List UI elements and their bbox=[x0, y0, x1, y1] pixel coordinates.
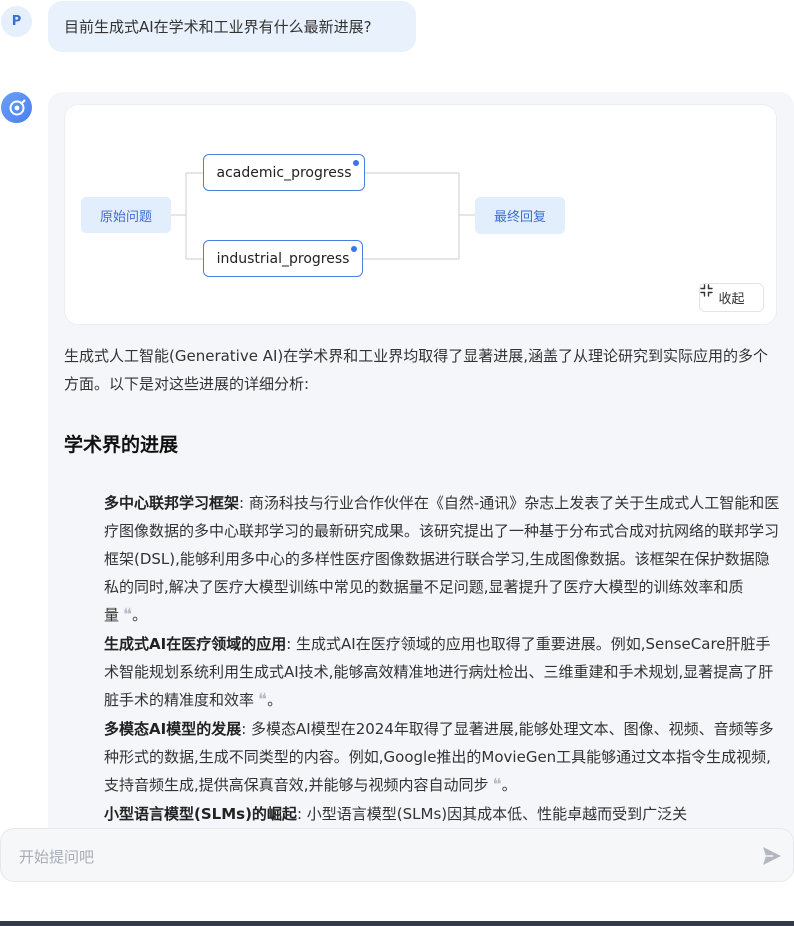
list-item-title: 多中心联邦学习框架 bbox=[104, 494, 240, 512]
citation-quote-icon[interactable]: ❝ bbox=[123, 605, 132, 625]
list-item: 多模态AI模型的发展: 多模态AI模型在2024年取得了显著进展,能够处理文本、… bbox=[104, 720, 774, 795]
response-intro: 生成式人工智能(Generative AI)在学术界和工业界均取得了显著进展,涵… bbox=[64, 347, 769, 393]
workflow-connectors bbox=[171, 172, 475, 260]
list-item: 小型语言模型(SLMs)的崛起: 小型语言模型(SLMs)因其成本低、性能卓越而… bbox=[104, 805, 688, 823]
send-icon[interactable] bbox=[761, 845, 783, 867]
flow-node-industrial[interactable]: industrial_progress bbox=[203, 240, 363, 277]
collapse-button[interactable]: 收起 bbox=[699, 283, 764, 312]
flow-node-end[interactable]: 最终回复 bbox=[475, 197, 565, 234]
user-avatar: P bbox=[1, 6, 32, 37]
list-item: 生成式AI在医疗领域的应用: 生成式AI在医疗领域的应用也取得了重要进展。例如,… bbox=[104, 635, 774, 710]
collapse-label: 收起 bbox=[718, 292, 745, 307]
bottom-bar bbox=[0, 921, 794, 926]
status-dot-icon bbox=[351, 246, 357, 252]
flow-node-industrial-label: industrial_progress bbox=[216, 250, 350, 267]
user-question-text: 目前生成式AI在学术和工业界有什么最新进展? bbox=[64, 18, 372, 36]
flow-node-academic[interactable]: academic_progress bbox=[203, 154, 365, 191]
status-dot-icon bbox=[353, 160, 359, 166]
user-question-bubble: 目前生成式AI在学术和工业界有什么最新进展? bbox=[48, 1, 416, 52]
assistant-logo-icon bbox=[9, 99, 25, 115]
list-item-text: 商汤科技与行业合作伙伴在《自然-通讯》杂志上发表了关于生成式人工智能和医疗图像数… bbox=[104, 494, 780, 624]
list-item-title: 生成式AI在医疗领域的应用 bbox=[104, 635, 287, 653]
list-item-title: 小型语言模型(SLMs)的崛起 bbox=[104, 805, 297, 823]
citation-quote-icon[interactable]: ❝ bbox=[493, 775, 502, 795]
list-item-title: 多模态AI模型的发展 bbox=[104, 720, 242, 738]
citation-quote-icon[interactable]: ❝ bbox=[258, 690, 267, 710]
list-item: 多中心联邦学习框架: 商汤科技与行业合作伙伴在《自然-通讯》杂志上发表了关于生成… bbox=[104, 494, 780, 625]
flow-node-academic-label: academic_progress bbox=[216, 164, 352, 181]
chat-input-bar bbox=[0, 828, 794, 882]
section-heading: 学术界的进展 bbox=[64, 434, 179, 456]
assistant-avatar bbox=[1, 92, 32, 123]
flow-node-start[interactable]: 原始问题 bbox=[81, 197, 171, 233]
chat-input[interactable] bbox=[17, 845, 721, 869]
progress-list: 多中心联邦学习框架: 商汤科技与行业合作伙伴在《自然-通讯》杂志上发表了关于生成… bbox=[104, 489, 780, 829]
workflow-diagram: 原始问题 academic_progress industrial_progre… bbox=[64, 104, 777, 325]
collapse-icon bbox=[700, 284, 713, 297]
list-item-text: 小型语言模型(SLMs)因其成本低、性能卓越而受到广泛关 bbox=[306, 805, 688, 823]
